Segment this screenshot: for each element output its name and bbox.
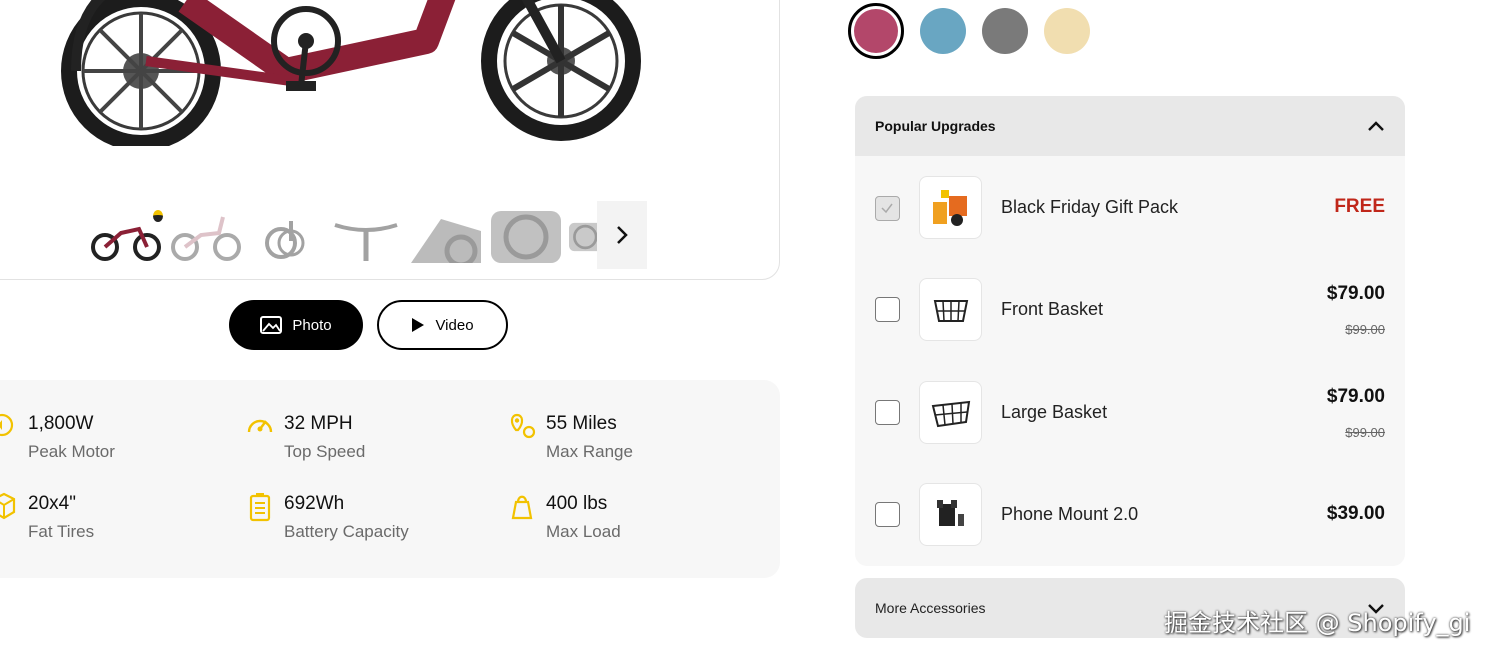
thumbnail-5[interactable] bbox=[409, 208, 483, 266]
color-swatch-red[interactable] bbox=[848, 3, 904, 59]
spec-value: 692Wh bbox=[284, 493, 345, 514]
upgrade-thumbnail bbox=[919, 381, 982, 444]
speedometer-icon bbox=[246, 412, 274, 440]
upgrade-name: Phone Mount 2.0 bbox=[1001, 504, 1139, 524]
upgrade-price: $79.00 bbox=[1326, 283, 1385, 304]
color-swatch-gray[interactable] bbox=[982, 8, 1028, 54]
spec-peak-motor: 1,800W Peak Motor bbox=[0, 410, 115, 466]
battery-icon bbox=[246, 492, 274, 522]
upgrade-price: $39.00 bbox=[1326, 503, 1385, 524]
video-button-label: Video bbox=[435, 316, 474, 334]
check-icon bbox=[881, 203, 893, 214]
upgrade-row-large-basket: Large Basket $79.00 $99.00 bbox=[855, 381, 1405, 445]
thumbnail-2[interactable] bbox=[169, 208, 243, 266]
upgrade-checkbox[interactable] bbox=[875, 502, 900, 527]
more-accessories-title: More Accessories bbox=[875, 600, 986, 616]
color-swatch-blue[interactable] bbox=[920, 8, 966, 54]
bike-folded-icon bbox=[265, 221, 305, 259]
photo-button-label: Photo bbox=[292, 316, 332, 334]
spec-label: Fat Tires bbox=[28, 522, 95, 541]
large-basket-icon bbox=[931, 400, 970, 427]
spec-value: 1,800W bbox=[28, 413, 94, 434]
spec-value: 400 lbs bbox=[546, 493, 608, 514]
handlebar-icon bbox=[334, 223, 398, 261]
upgrade-thumbnail bbox=[919, 278, 982, 341]
upgrade-name: Black Friday Gift Pack bbox=[1001, 197, 1179, 217]
upgrade-checkbox[interactable] bbox=[875, 400, 900, 425]
specs-panel: 1,800W Peak Motor 32 MPH Top Speed 55 Mi… bbox=[0, 380, 780, 578]
upgrade-name: Front Basket bbox=[1001, 299, 1104, 319]
spec-value: 55 Miles bbox=[546, 413, 617, 434]
weight-icon bbox=[508, 492, 536, 520]
spec-label: Max Load bbox=[546, 522, 621, 541]
upgrade-old-price: $99.00 bbox=[1345, 425, 1385, 440]
thumbnail-6[interactable] bbox=[489, 208, 563, 266]
upgrade-price: FREE bbox=[1334, 196, 1385, 217]
thumbnail-3[interactable] bbox=[249, 208, 323, 266]
spec-max-range: 55 Miles Max Range bbox=[508, 410, 633, 466]
upgrade-checkbox[interactable] bbox=[875, 196, 900, 221]
popular-upgrades-panel: Popular Upgrades Black Friday Gift Pack … bbox=[855, 96, 1405, 566]
spec-value: 32 MPH bbox=[284, 413, 353, 434]
photo-button[interactable]: Photo bbox=[229, 300, 363, 350]
spec-max-load: 400 lbs Max Load bbox=[508, 490, 621, 546]
spec-value: 20x4" bbox=[28, 493, 76, 514]
gift-pack-icon bbox=[932, 189, 967, 226]
spec-fat-tires: 20x4" Fat Tires bbox=[0, 490, 94, 546]
play-icon bbox=[412, 318, 425, 332]
upgrade-price: $79.00 bbox=[1326, 386, 1385, 407]
wheel-closeup-icon bbox=[491, 211, 561, 263]
color-selector bbox=[848, 3, 1090, 59]
phone-mount-icon bbox=[936, 499, 964, 526]
upgrade-row-front-basket: Front Basket $79.00 $99.00 bbox=[855, 278, 1405, 342]
motor-icon bbox=[0, 412, 18, 440]
thumbnail-next-button[interactable] bbox=[597, 201, 647, 269]
badge-icon bbox=[153, 210, 163, 222]
front-basket-icon bbox=[933, 299, 968, 322]
color-swatch-cream[interactable] bbox=[1044, 8, 1090, 54]
upgrade-checkbox[interactable] bbox=[875, 297, 900, 322]
product-gallery bbox=[0, 0, 780, 280]
chevron-up-icon bbox=[1368, 121, 1384, 131]
video-button[interactable]: Video bbox=[377, 300, 508, 350]
tire-cube-icon bbox=[0, 492, 18, 520]
upgrade-thumbnail bbox=[919, 176, 982, 239]
watermark-text: 掘金技术社区 @ Shopify_gi bbox=[1164, 609, 1471, 637]
location-range-icon bbox=[508, 412, 536, 440]
thumbnail-strip bbox=[89, 206, 649, 268]
image-icon bbox=[260, 316, 283, 334]
spec-top-speed: 32 MPH Top Speed bbox=[246, 410, 365, 466]
chevron-right-icon bbox=[617, 226, 628, 244]
popular-upgrades-header[interactable]: Popular Upgrades bbox=[855, 96, 1405, 156]
upgrade-row-gift-pack: Black Friday Gift Pack FREE bbox=[855, 176, 1405, 240]
bike-thumbnail-icon bbox=[171, 216, 241, 261]
upgrade-thumbnail bbox=[919, 483, 982, 546]
spec-battery: 692Wh Battery Capacity bbox=[246, 490, 409, 546]
bike-thumbnail-icon bbox=[91, 226, 161, 261]
popular-upgrades-title: Popular Upgrades bbox=[875, 118, 996, 134]
upgrade-row-phone-mount: Phone Mount 2.0 $39.00 bbox=[855, 483, 1405, 547]
spec-label: Top Speed bbox=[284, 442, 366, 461]
frame-closeup-icon bbox=[411, 219, 481, 263]
bike-main-image bbox=[61, 0, 641, 146]
upgrade-old-price: $99.00 bbox=[1345, 322, 1385, 337]
spec-label: Peak Motor bbox=[28, 442, 115, 461]
spec-label: Battery Capacity bbox=[284, 522, 409, 541]
thumbnail-1[interactable] bbox=[89, 208, 163, 266]
spec-label: Max Range bbox=[546, 442, 633, 461]
thumbnail-4[interactable] bbox=[329, 208, 403, 266]
media-toggle: Photo Video bbox=[229, 300, 508, 350]
upgrade-name: Large Basket bbox=[1001, 402, 1108, 422]
